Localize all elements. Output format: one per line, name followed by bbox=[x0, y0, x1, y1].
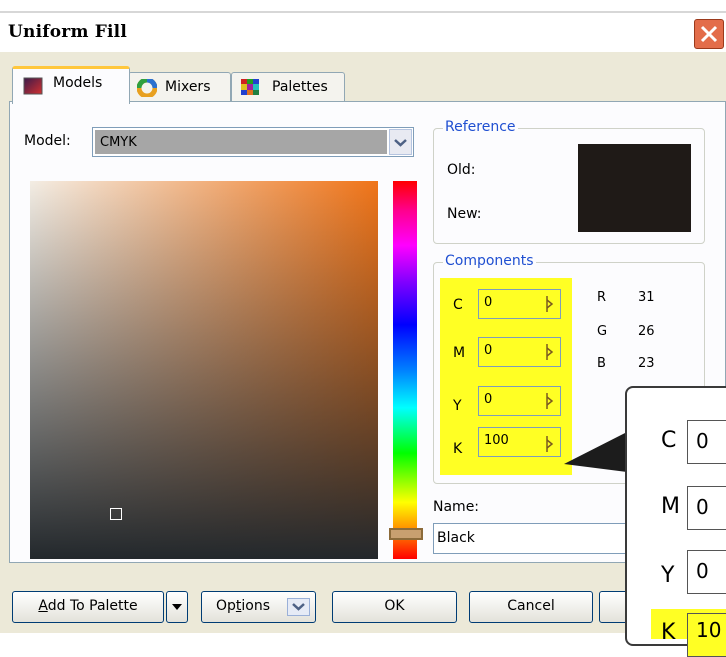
add-to-palette-label: Add To Palette bbox=[38, 598, 138, 614]
tab-palettes-label: Palettes bbox=[272, 79, 328, 95]
r-value: 31 bbox=[638, 290, 655, 305]
add-to-palette-dropdown-button[interactable] bbox=[166, 591, 188, 623]
ok-button[interactable]: OK bbox=[332, 591, 457, 623]
model-select-value bbox=[95, 130, 387, 154]
tab-mixers-label: Mixers bbox=[165, 79, 211, 95]
new-label: New: bbox=[447, 206, 482, 222]
color-picker-marker[interactable] bbox=[110, 508, 122, 520]
g-label: G bbox=[597, 324, 608, 339]
model-dropdown-button[interactable] bbox=[389, 129, 412, 155]
m-label: M bbox=[453, 345, 466, 361]
color-wheel-icon bbox=[137, 79, 157, 97]
m-spinner-icon[interactable] bbox=[541, 343, 555, 361]
zoom-m-label: M bbox=[661, 494, 680, 519]
model-select-text: CMYK bbox=[100, 135, 137, 150]
chevron-down-icon bbox=[394, 139, 407, 147]
zoom-y-label: Y bbox=[661, 563, 675, 588]
c-value: 0 bbox=[484, 295, 493, 310]
zoom-y-value: 0 bbox=[696, 559, 709, 583]
options-label: Options bbox=[216, 598, 271, 614]
zoom-k-value: 10 bbox=[696, 618, 722, 642]
close-icon bbox=[700, 25, 718, 43]
palette-grid-icon bbox=[241, 79, 259, 95]
b-label: B bbox=[597, 356, 606, 371]
y-spinner-icon[interactable] bbox=[541, 392, 555, 410]
r-label: R bbox=[597, 290, 607, 305]
b-value: 23 bbox=[638, 356, 655, 371]
callout-pointer bbox=[564, 432, 627, 472]
models-icon bbox=[23, 77, 43, 95]
g-value: 26 bbox=[638, 324, 655, 339]
add-to-palette-button[interactable]: Add To Palette bbox=[12, 591, 164, 623]
color-picker-area[interactable] bbox=[30, 181, 378, 559]
k-label: K bbox=[453, 441, 463, 457]
cancel-button[interactable]: Cancel bbox=[469, 591, 593, 623]
y-label: Y bbox=[453, 398, 462, 414]
ok-label: OK bbox=[384, 598, 405, 614]
color-swatch bbox=[578, 144, 691, 232]
tab-models-label: Models bbox=[53, 75, 103, 91]
title-bar-divider bbox=[0, 11, 726, 13]
m-value: 0 bbox=[484, 343, 493, 358]
zoom-c-value: 0 bbox=[696, 429, 709, 453]
model-label: Model: bbox=[24, 133, 71, 149]
window-title: Uniform Fill bbox=[8, 22, 128, 42]
components-title: Components bbox=[443, 253, 536, 269]
tab-palettes[interactable]: Palettes bbox=[231, 72, 345, 102]
name-value: Black bbox=[437, 530, 475, 546]
zoom-c-label: C bbox=[661, 428, 677, 453]
cancel-label: Cancel bbox=[507, 598, 555, 614]
c-label: C bbox=[453, 297, 463, 313]
hue-slider[interactable] bbox=[393, 181, 417, 559]
k-spinner-icon[interactable] bbox=[541, 435, 555, 453]
hue-slider-handle[interactable] bbox=[389, 528, 423, 540]
options-dropdown[interactable] bbox=[287, 598, 310, 616]
tab-mixers[interactable]: Mixers bbox=[128, 72, 231, 102]
tab-models[interactable]: Models bbox=[12, 66, 130, 104]
close-button[interactable] bbox=[694, 19, 724, 49]
name-label: Name: bbox=[433, 499, 480, 515]
y-value: 0 bbox=[484, 392, 493, 407]
zoom-m-value: 0 bbox=[696, 495, 709, 519]
old-label: Old: bbox=[447, 162, 476, 178]
chevron-down-icon bbox=[292, 603, 305, 611]
c-spinner-icon[interactable] bbox=[541, 295, 555, 313]
k-value: 100 bbox=[484, 433, 509, 448]
triangle-down-icon bbox=[172, 604, 182, 610]
reference-title: Reference bbox=[443, 119, 518, 135]
